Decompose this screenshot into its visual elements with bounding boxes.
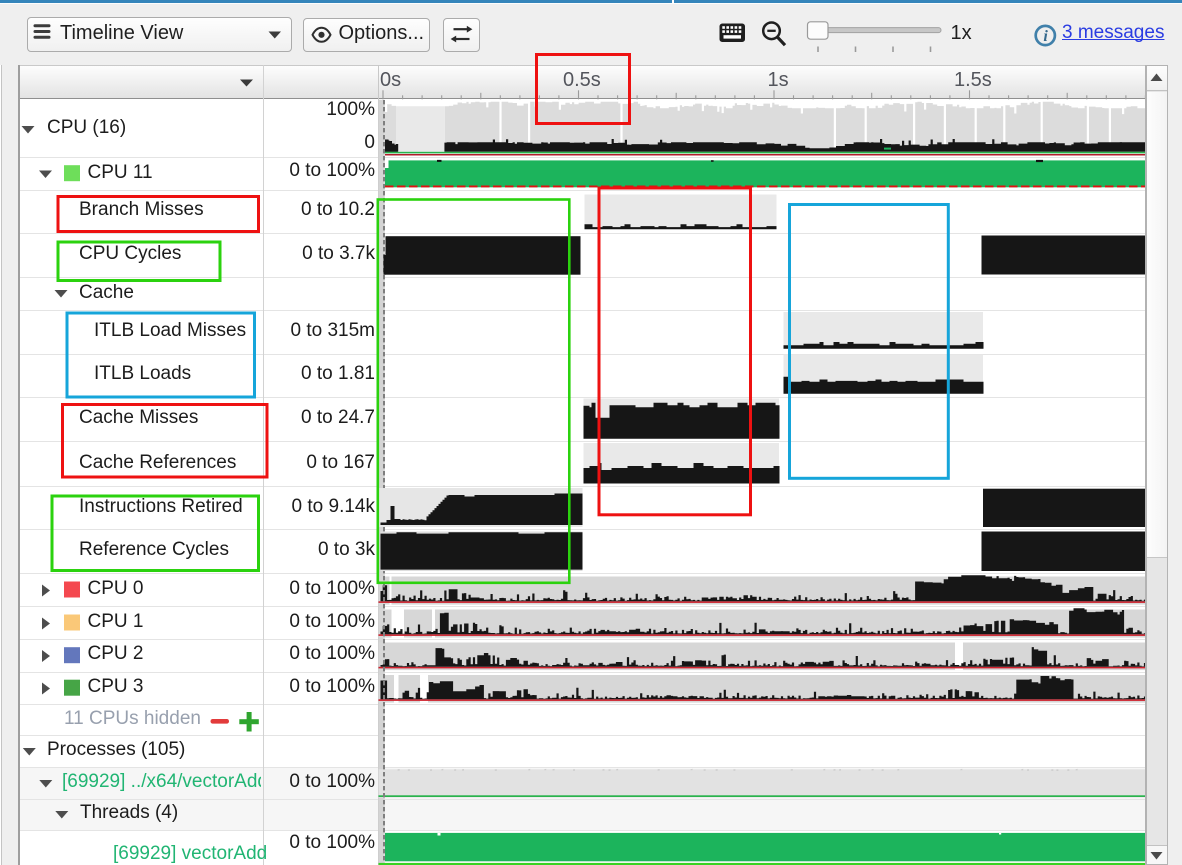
svg-text:i: i <box>1043 28 1048 45</box>
